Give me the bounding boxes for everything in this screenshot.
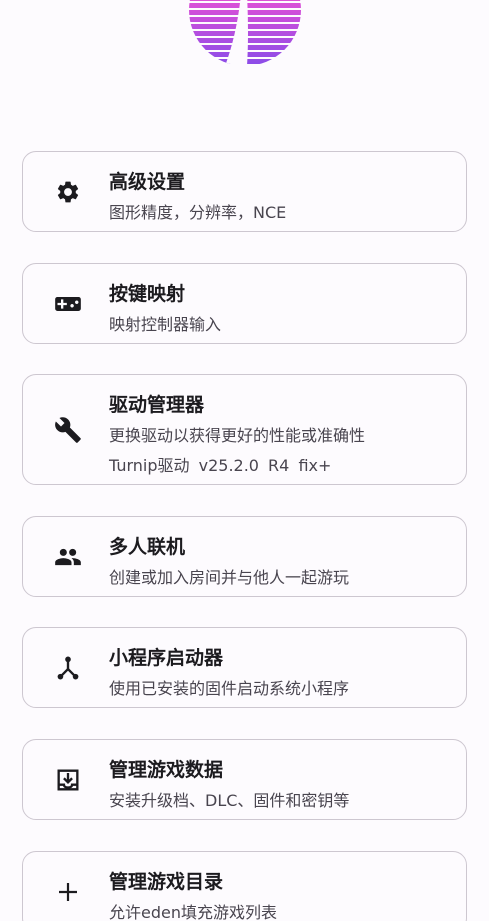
card-description: 使用已安装的固件启动系统小程序 <box>109 679 350 698</box>
card-description: 映射控制器输入 <box>109 315 222 334</box>
applet-launcher-card[interactable]: 小程序启动器 使用已安装的固件启动系统小程序 <box>22 627 467 708</box>
advanced-settings-card[interactable]: 高级设置 图形精度，分辨率，NCE <box>22 151 467 232</box>
app-logo <box>189 0 301 66</box>
settings-page: 高级设置 图形精度，分辨率，NCE 按键映射 映射控制器输入 驱动管理器 更换驱… <box>0 0 489 921</box>
multiplayer-card[interactable]: 多人联机 创建或加入房间并与他人一起游玩 <box>22 516 467 597</box>
wrench-icon <box>53 415 83 445</box>
card-title: 按键映射 <box>109 283 186 305</box>
driver-version: Turnip驱动 v25.2.0 R4 fix+ <box>109 456 332 475</box>
people-icon <box>53 542 83 572</box>
card-title: 管理游戏目录 <box>109 871 224 893</box>
card-title: 管理游戏数据 <box>109 759 224 781</box>
plus-icon <box>53 877 83 907</box>
manage-game-data-card[interactable]: 管理游戏数据 安装升级档、DLC、固件和密钥等 <box>22 739 467 820</box>
card-title: 高级设置 <box>109 171 186 193</box>
gear-icon <box>53 177 83 207</box>
input-mapping-card[interactable]: 按键映射 映射控制器输入 <box>22 263 467 344</box>
card-title: 多人联机 <box>109 536 186 558</box>
card-description: 允许eden填充游戏列表 <box>109 903 277 921</box>
card-title: 小程序启动器 <box>109 647 224 669</box>
card-description: 更换驱动以获得更好的性能或准确性 <box>109 426 366 445</box>
card-description: 图形精度，分辨率，NCE <box>109 203 287 222</box>
card-description: 创建或加入房间并与他人一起游玩 <box>109 568 350 587</box>
install-tray-icon <box>53 765 83 795</box>
manage-game-directory-card[interactable]: 管理游戏目录 允许eden填充游戏列表 <box>22 851 467 921</box>
applet-tree-icon <box>53 653 83 683</box>
gamepad-icon <box>53 289 83 319</box>
card-description: 安装升级档、DLC、固件和密钥等 <box>109 791 350 810</box>
driver-manager-card[interactable]: 驱动管理器 更换驱动以获得更好的性能或准确性 Turnip驱动 v25.2.0 … <box>22 374 467 485</box>
card-title: 驱动管理器 <box>109 394 205 416</box>
